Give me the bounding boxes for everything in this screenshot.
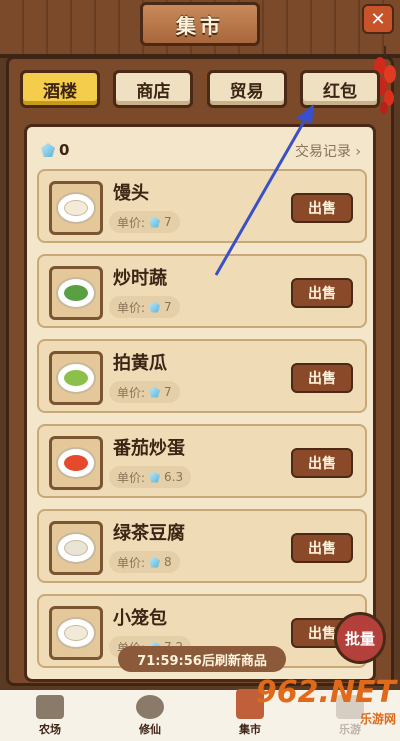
tab-bar: 酒楼 商店 贸易 红包 [20, 70, 380, 110]
price-label: 单价: [117, 555, 146, 570]
dish-plate [49, 266, 103, 320]
dish-icon [56, 277, 96, 309]
dish-plate [49, 521, 103, 575]
item-name: 拍黄瓜 [113, 353, 167, 374]
tab-restaurant[interactable]: 酒楼 [20, 70, 100, 108]
tab-shop[interactable]: 商店 [113, 70, 194, 108]
gem-icon [41, 143, 55, 157]
item-name: 小笼包 [113, 608, 167, 629]
farm-icon [36, 695, 64, 719]
sell-button[interactable]: 出售 [291, 193, 353, 223]
dish-plate [49, 181, 103, 235]
food-icon [64, 285, 88, 301]
food-icon [64, 200, 88, 216]
sell-button[interactable]: 出售 [291, 278, 353, 308]
close-button[interactable]: ✕ [362, 4, 394, 34]
dish-icon [56, 617, 96, 649]
sell-button[interactable]: 出售 [291, 363, 353, 393]
list-item: 馒头 单价: 7 出售 [37, 169, 367, 243]
currency-display: 0 [41, 141, 69, 159]
nav-cultivate[interactable]: 修仙 [115, 695, 185, 737]
price-value: 7 [164, 385, 172, 399]
sell-button[interactable]: 出售 [291, 533, 353, 563]
food-icon [64, 455, 88, 471]
item-panel: 0 交易记录 › 馒头 单价: 7 出售 炒时蔬 单价: 7 出售 拍黄瓜 单价: 7… [24, 124, 376, 682]
batch-button[interactable]: 批量 [334, 612, 386, 664]
cultivator-icon [136, 695, 164, 719]
nav-label: 修仙 [139, 723, 161, 736]
item-name: 绿茶豆腐 [113, 523, 185, 544]
dish-plate [49, 436, 103, 490]
trade-history-link[interactable]: 交易记录 › [295, 141, 361, 161]
list-item: 拍黄瓜 单价: 7 出售 [37, 339, 367, 413]
price-label: 单价: [117, 470, 146, 485]
list-item: 番茄炒蛋 单价: 6.3 出售 [37, 424, 367, 498]
price-tag: 单价: 7 [109, 381, 180, 403]
gem-icon [149, 216, 161, 228]
tab-red-packet[interactable]: 红包 [299, 70, 380, 108]
price-tag: 单价: 7 [109, 211, 180, 233]
food-icon [64, 370, 88, 386]
price-value: 6.3 [164, 470, 184, 484]
price-value: 7 [164, 300, 172, 314]
sell-button[interactable]: 出售 [291, 448, 353, 478]
item-name: 番茄炒蛋 [113, 438, 185, 459]
dish-icon [56, 447, 96, 479]
nav-farm[interactable]: 农场 [15, 695, 85, 737]
watermark-sub: 乐游网 [359, 712, 396, 726]
price-label: 单价: [117, 215, 146, 230]
list-item: 炒时蔬 单价: 7 出售 [37, 254, 367, 328]
price-label: 单价: [117, 300, 146, 315]
food-icon [64, 540, 88, 556]
gem-icon [149, 301, 161, 313]
price-tag: 单价: 6.3 [109, 466, 192, 488]
page-title: 集市 [140, 2, 260, 46]
dish-icon [56, 362, 96, 394]
gem-icon [149, 471, 161, 483]
site-watermark: 962.NET 乐游网 [256, 664, 396, 738]
food-icon [64, 625, 88, 641]
dish-icon [56, 532, 96, 564]
dish-plate [49, 351, 103, 405]
price-label: 单价: [117, 385, 146, 400]
dish-icon [56, 192, 96, 224]
price-tag: 单价: 7 [109, 296, 180, 318]
price-value: 8 [164, 555, 172, 569]
gem-icon [149, 386, 161, 398]
price-value: 7 [164, 215, 172, 229]
item-name: 炒时蔬 [113, 268, 167, 289]
watermark-logo: 962.NET [255, 675, 396, 710]
dish-plate [49, 606, 103, 660]
item-name: 馒头 [113, 183, 149, 204]
nav-label: 农场 [39, 723, 61, 736]
tab-trade[interactable]: 贸易 [206, 70, 287, 108]
currency-count: 0 [59, 141, 70, 159]
gem-icon [149, 556, 161, 568]
price-tag: 单价: 8 [109, 551, 180, 573]
list-item: 绿茶豆腐 单价: 8 出售 [37, 509, 367, 583]
